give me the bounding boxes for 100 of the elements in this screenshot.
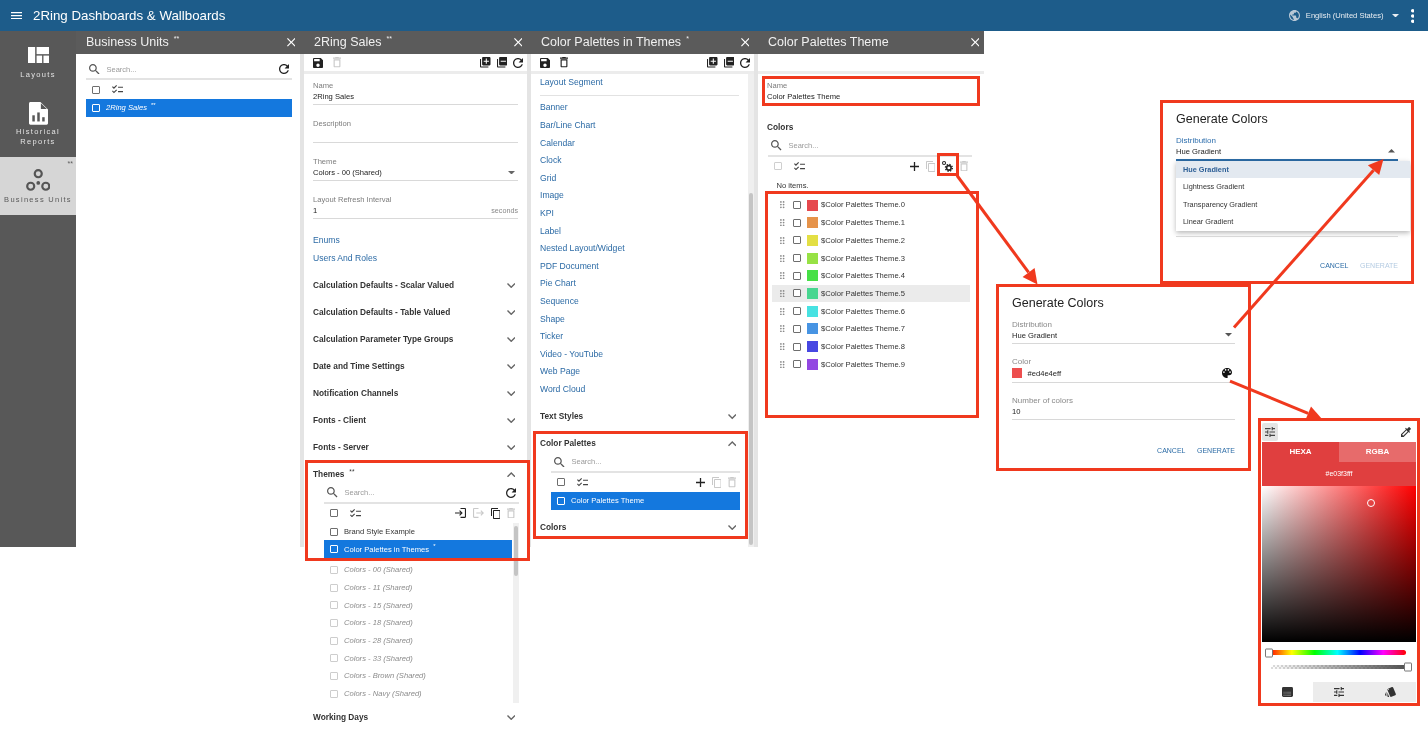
drag-handle-icon bbox=[780, 219, 785, 227]
add-copy-button[interactable] bbox=[480, 57, 491, 68]
link[interactable]: Label bbox=[540, 222, 562, 241]
delete-button[interactable] bbox=[560, 57, 568, 68]
refresh-button[interactable] bbox=[513, 57, 523, 68]
link[interactable]: PDF Document bbox=[540, 257, 599, 276]
save-icon bbox=[540, 57, 550, 68]
link[interactable]: Video - YouTube bbox=[540, 345, 604, 364]
add-button[interactable] bbox=[695, 477, 705, 487]
checkbox[interactable] bbox=[793, 289, 801, 298]
refresh-button[interactable] bbox=[506, 487, 516, 498]
link[interactable]: Image bbox=[540, 187, 564, 205]
scrollbar-thumb[interactable] bbox=[749, 193, 753, 545]
copy-button[interactable] bbox=[490, 507, 500, 519]
remove-copy-button[interactable] bbox=[723, 57, 734, 68]
checkbox[interactable] bbox=[793, 271, 801, 280]
search-icon bbox=[89, 63, 100, 75]
section-header[interactable]: Working Days bbox=[313, 712, 515, 724]
more-button[interactable] bbox=[1410, 8, 1414, 23]
stacked-squares-plus-icon bbox=[480, 57, 491, 68]
link[interactable]: Banner bbox=[540, 99, 568, 117]
link[interactable]: Word Cloud bbox=[540, 380, 586, 399]
link[interactable]: Sequence bbox=[540, 292, 579, 311]
import-button[interactable] bbox=[454, 508, 466, 519]
checkbox[interactable] bbox=[793, 324, 801, 333]
slider-thumb[interactable] bbox=[1265, 648, 1273, 657]
refresh-button[interactable] bbox=[279, 64, 289, 74]
remove-copy-button[interactable] bbox=[496, 57, 507, 68]
section-header[interactable]: Calculation Defaults - Table Valued bbox=[313, 307, 515, 319]
close-button[interactable] bbox=[513, 38, 522, 47]
close-button[interactable] bbox=[740, 38, 749, 47]
link[interactable]: Layout Segment bbox=[540, 74, 603, 92]
sliders-button[interactable] bbox=[1262, 423, 1278, 441]
checkbox[interactable] bbox=[793, 201, 801, 210]
scrollbar-thumb[interactable] bbox=[514, 525, 518, 576]
checkbox[interactable] bbox=[793, 254, 801, 263]
section-header[interactable]: Color Palettes bbox=[540, 438, 736, 450]
checkbox[interactable] bbox=[793, 307, 801, 316]
link[interactable]: Clock bbox=[540, 152, 562, 170]
checkbox[interactable] bbox=[793, 236, 801, 245]
save-button[interactable] bbox=[540, 57, 550, 68]
save-icon bbox=[313, 57, 323, 68]
link[interactable]: Shape bbox=[540, 310, 565, 329]
checkbox[interactable] bbox=[793, 342, 801, 351]
search-icon bbox=[771, 140, 782, 151]
menu-button[interactable] bbox=[11, 11, 22, 20]
checklist-button[interactable] bbox=[349, 509, 361, 518]
sliders-icon bbox=[1265, 427, 1275, 437]
section-header[interactable]: Fonts - Client bbox=[313, 415, 515, 427]
gears-icon bbox=[942, 160, 953, 172]
refresh-button[interactable] bbox=[740, 57, 750, 68]
section-header[interactable]: Notification Channels bbox=[313, 388, 515, 400]
checkbox[interactable] bbox=[329, 527, 338, 536]
add-copy-button[interactable] bbox=[707, 57, 718, 68]
checklist-button[interactable] bbox=[576, 478, 588, 487]
mode-tab[interactable] bbox=[1364, 682, 1416, 702]
grid-square-icon bbox=[1282, 687, 1294, 697]
link[interactable]: Users And Roles bbox=[313, 249, 377, 268]
link[interactable]: Ticker bbox=[540, 328, 564, 346]
checklist-button[interactable] bbox=[793, 161, 805, 171]
color-area[interactable] bbox=[1262, 486, 1416, 642]
checkbox[interactable] bbox=[793, 360, 801, 369]
close-button[interactable] bbox=[970, 38, 979, 47]
link[interactable]: Grid bbox=[540, 169, 557, 188]
link[interactable]: Nested Layout/Widget bbox=[540, 240, 625, 258]
section-header[interactable]: Calculation Parameter Type Groups bbox=[313, 334, 515, 346]
link[interactable]: Bar/Line Chart bbox=[540, 116, 596, 135]
section-header[interactable]: Colors bbox=[540, 522, 736, 534]
link[interactable]: Web Page bbox=[540, 363, 580, 381]
stacked-squares-minus-icon bbox=[723, 57, 734, 68]
link[interactable]: Enums bbox=[313, 232, 340, 250]
section-header[interactable]: Fonts - Server bbox=[313, 442, 515, 454]
checklist-icon bbox=[576, 478, 588, 487]
link[interactable]: Pie Chart bbox=[540, 275, 576, 293]
section-header[interactable]: Text Styles bbox=[540, 411, 736, 423]
globe-icon bbox=[1288, 10, 1300, 21]
select-all-checkbox[interactable] bbox=[329, 509, 338, 518]
select-all-checkbox[interactable] bbox=[91, 85, 100, 94]
format-tab[interactable]: HEXA bbox=[1262, 442, 1339, 462]
stacked-squares-plus-icon bbox=[707, 57, 718, 68]
link[interactable]: KPI bbox=[540, 204, 554, 223]
section-header[interactable]: Calculation Defaults - Scalar Valued bbox=[313, 280, 515, 292]
drag-handle-icon bbox=[780, 342, 785, 351]
dialog-title: Generate Colors bbox=[1176, 111, 1268, 128]
close-button[interactable] bbox=[286, 38, 295, 47]
vertical-dots-icon bbox=[1410, 8, 1414, 23]
select-all-checkbox[interactable] bbox=[556, 478, 565, 487]
checklist-button[interactable] bbox=[111, 85, 123, 94]
generate-colors-button[interactable] bbox=[942, 160, 953, 172]
add-button[interactable] bbox=[909, 161, 919, 171]
close-icon bbox=[286, 38, 295, 47]
field-label: Number of colors bbox=[1012, 395, 1073, 406]
eyedropper-button[interactable] bbox=[1401, 427, 1411, 437]
drag-handle-icon bbox=[780, 201, 785, 209]
slider-thumb[interactable] bbox=[1404, 662, 1412, 672]
link[interactable]: Calendar bbox=[540, 134, 575, 153]
section-header[interactable]: Date and Time Settings bbox=[313, 361, 515, 373]
save-button[interactable] bbox=[313, 57, 323, 68]
checkbox[interactable] bbox=[793, 218, 801, 227]
palette-button[interactable] bbox=[1222, 368, 1232, 379]
